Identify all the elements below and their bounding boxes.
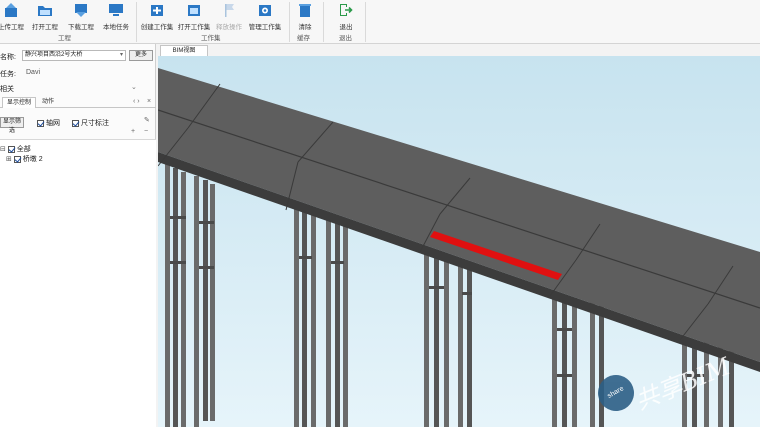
checkbox-checked-icon[interactable] bbox=[72, 119, 79, 127]
model-tree: ⊟ 全部 ⊞ 桥墩 2 bbox=[0, 139, 156, 427]
clear-cache-button[interactable]: 清除 bbox=[294, 0, 316, 34]
select-more-button[interactable]: 更多 bbox=[129, 50, 153, 61]
app-window: 上传工程 打开工程 下载工程 本地任务 工程 创建工作集 打开工作集 释放操作 bbox=[0, 0, 760, 427]
panel-close-icon[interactable]: × bbox=[147, 98, 151, 105]
trash-icon bbox=[299, 4, 311, 17]
dimension-label: 尺寸标注 bbox=[80, 120, 109, 127]
project-name-value: 静兴项目西沿2号大桥 bbox=[25, 52, 83, 58]
dimension-checkbox[interactable]: 尺寸标注 bbox=[72, 118, 109, 128]
project-name-select[interactable]: 静兴项目西沿2号大桥 ▾ bbox=[22, 50, 126, 61]
create-workset-icon bbox=[151, 5, 163, 16]
tree-expander-icon[interactable]: ⊟ bbox=[0, 146, 6, 153]
edit-pencil-icon[interactable]: ✎ bbox=[144, 116, 150, 124]
tree-node-root[interactable]: ⊟ 全部 bbox=[0, 144, 31, 154]
ribbon-separator bbox=[289, 2, 290, 42]
group-label-workset: 工作集 bbox=[201, 35, 221, 42]
checkbox-checked-icon[interactable] bbox=[13, 155, 21, 163]
open-folder-icon bbox=[38, 6, 52, 16]
display-filter-button[interactable]: 显示筛选 bbox=[0, 117, 24, 134]
chevron-down-icon[interactable]: ▾ bbox=[120, 51, 123, 60]
local-tasks-button[interactable]: 本地任务 bbox=[101, 0, 131, 34]
bim-3d-viewport[interactable]: share 共享BIM bbox=[158, 56, 760, 427]
group-label-cache: 缓存 bbox=[297, 35, 310, 42]
open-project-button[interactable]: 打开工程 bbox=[31, 0, 59, 34]
user-value: Davi bbox=[26, 69, 41, 76]
tree-expander-icon[interactable]: ⊞ bbox=[6, 156, 12, 163]
ribbon-separator bbox=[365, 2, 366, 42]
panel-nav-arrows-icon[interactable]: ‹ › bbox=[133, 98, 140, 105]
create-workset-button[interactable]: 创建工作集 bbox=[140, 0, 174, 34]
flag-icon bbox=[225, 4, 234, 17]
expand-all-icon[interactable]: + bbox=[131, 128, 135, 135]
group-label-project: 工程 bbox=[58, 35, 71, 42]
ribbon-separator bbox=[136, 2, 137, 42]
related-label: 相关 bbox=[0, 86, 14, 93]
panel-tabs: 显示控制 动作 ‹ › × bbox=[0, 97, 156, 108]
ribbon-toolbar: 上传工程 打开工程 下载工程 本地任务 工程 创建工作集 打开工作集 释放操作 bbox=[0, 0, 760, 44]
project-panel: 名称: 静兴项目西沿2号大桥 ▾ 更多 任务: Davi 相关 ⌄ 显示控制 动… bbox=[0, 44, 156, 427]
ribbon-separator bbox=[323, 2, 324, 42]
manage-workset-button[interactable]: 管理工作集 bbox=[248, 0, 282, 34]
tab-bim-view[interactable]: BIM视图 bbox=[160, 45, 208, 56]
checkbox-checked-icon[interactable] bbox=[37, 119, 44, 127]
manage-workset-icon bbox=[259, 5, 271, 16]
tree-child-label: 桥墩 2 bbox=[22, 156, 43, 163]
release-operation-button[interactable]: 释放操作 bbox=[214, 0, 244, 34]
upload-project-button[interactable]: 上传工程 bbox=[0, 0, 24, 34]
project-name-label: 名称: bbox=[0, 54, 16, 61]
checkbox-checked-icon[interactable] bbox=[7, 145, 15, 153]
exit-icon bbox=[340, 4, 353, 16]
download-icon bbox=[75, 4, 87, 17]
collapse-all-icon[interactable]: − bbox=[144, 128, 148, 135]
upload-icon bbox=[5, 3, 17, 17]
tab-display-control[interactable]: 显示控制 bbox=[2, 97, 37, 108]
download-project-button[interactable]: 下载工程 bbox=[66, 0, 96, 34]
computer-icon bbox=[109, 4, 123, 16]
axis-grid-checkbox[interactable]: 轴网 bbox=[37, 118, 60, 128]
tree-node-child[interactable]: ⊞ 桥墩 2 bbox=[6, 154, 43, 164]
exit-button[interactable]: 退出 bbox=[335, 0, 357, 34]
group-label-exit: 退出 bbox=[339, 35, 352, 42]
tree-root-label: 全部 bbox=[16, 146, 31, 153]
open-workset-icon bbox=[188, 5, 200, 16]
axis-grid-label: 轴网 bbox=[45, 120, 60, 127]
open-workset-button[interactable]: 打开工作集 bbox=[177, 0, 211, 34]
tab-actions[interactable]: 动作 bbox=[38, 97, 58, 108]
collapse-chevron-icon[interactable]: ⌄ bbox=[131, 83, 137, 91]
user-label: 任务: bbox=[0, 71, 16, 78]
